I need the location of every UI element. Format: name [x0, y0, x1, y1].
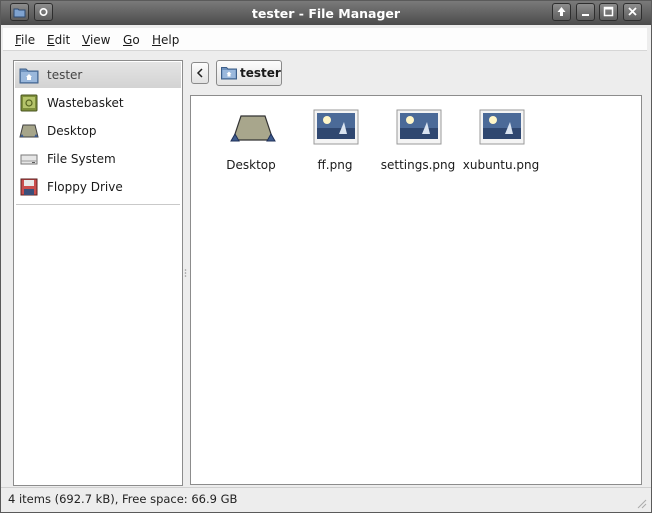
sidebar-item-tester[interactable]: tester	[15, 62, 181, 88]
sidebar-separator	[16, 204, 180, 205]
file-manager-window: tester - File Manager File Edit View Go …	[0, 0, 652, 513]
desktop-icon	[19, 124, 39, 138]
home-folder-icon	[19, 68, 39, 84]
chevron-left-icon	[196, 68, 203, 78]
maximize-button[interactable]	[599, 3, 618, 21]
path-button-tester[interactable]: tester	[216, 60, 282, 86]
sidebar-item-label: Floppy Drive	[47, 180, 123, 194]
path-button-label: tester	[240, 66, 281, 80]
sidebar-item-desktop[interactable]: Desktop	[15, 118, 181, 144]
status-text: 4 items (692.7 kB), Free space: 66.9 GB	[8, 492, 238, 506]
file-item-ff-png[interactable]: ff.png	[295, 108, 375, 178]
menu-go[interactable]: Go	[123, 33, 140, 47]
desktop-icon	[230, 115, 276, 142]
minimize-button[interactable]	[576, 3, 595, 21]
menu-view-label: iew	[89, 33, 111, 47]
menu-file[interactable]: File	[15, 33, 35, 47]
back-button[interactable]	[191, 62, 209, 84]
harddisk-icon	[20, 154, 38, 165]
sidebar-item-label: File System	[47, 152, 116, 166]
icon-view[interactable]: Desktop ff.png settings.png xubuntu.png	[190, 95, 642, 485]
image-icon	[313, 109, 359, 145]
image-icon	[396, 109, 442, 145]
floppy-icon	[20, 178, 38, 196]
close-button[interactable]	[623, 3, 642, 21]
maximize-icon	[603, 6, 614, 17]
file-item-name: xubuntu.png	[462, 158, 540, 172]
side-pane: tester Wastebasket Desktop File System F…	[13, 60, 183, 486]
shade-icon	[557, 7, 566, 16]
menu-bar: File Edit View Go Help	[3, 28, 647, 51]
menu-help-accel: H	[152, 33, 162, 47]
sidebar-item-label: tester	[47, 68, 83, 82]
sidebar-item-label: Wastebasket	[47, 96, 124, 110]
shade-button[interactable]	[552, 3, 571, 21]
file-item-xubuntu-png[interactable]: xubuntu.png	[461, 108, 541, 178]
menu-help-label: elp	[161, 33, 180, 47]
status-bar: 4 items (692.7 kB), Free space: 66.9 GB	[1, 487, 651, 513]
menu-view[interactable]: View	[82, 33, 110, 47]
menu-go-label: o	[132, 33, 140, 47]
sidebar-item-label: Desktop	[47, 124, 97, 138]
sidebar-item-file-system[interactable]: File System	[15, 146, 181, 172]
close-icon	[628, 7, 637, 16]
home-folder-icon	[221, 67, 237, 80]
image-icon	[479, 109, 525, 145]
menu-edit[interactable]: Edit	[47, 33, 70, 47]
menu-go-accel: G	[123, 33, 133, 47]
file-item-settings-png[interactable]: settings.png	[378, 108, 458, 178]
file-item-desktop[interactable]: Desktop	[211, 108, 291, 178]
menu-view-accel: V	[82, 33, 90, 47]
trash-icon	[20, 94, 38, 112]
menu-edit-label: dit	[54, 33, 71, 47]
sidebar-item-wastebasket[interactable]: Wastebasket	[15, 90, 181, 116]
title-bar[interactable]: tester - File Manager	[1, 1, 651, 25]
menu-edit-accel: E	[47, 33, 55, 47]
sidebar-item-floppy-drive[interactable]: Floppy Drive	[15, 174, 181, 200]
pane-splitter-handle[interactable]	[184, 269, 187, 277]
menu-file-label: ile	[21, 33, 36, 47]
resize-grip-icon[interactable]	[635, 497, 647, 509]
minimize-icon	[582, 14, 589, 16]
menu-help[interactable]: Help	[152, 33, 179, 47]
